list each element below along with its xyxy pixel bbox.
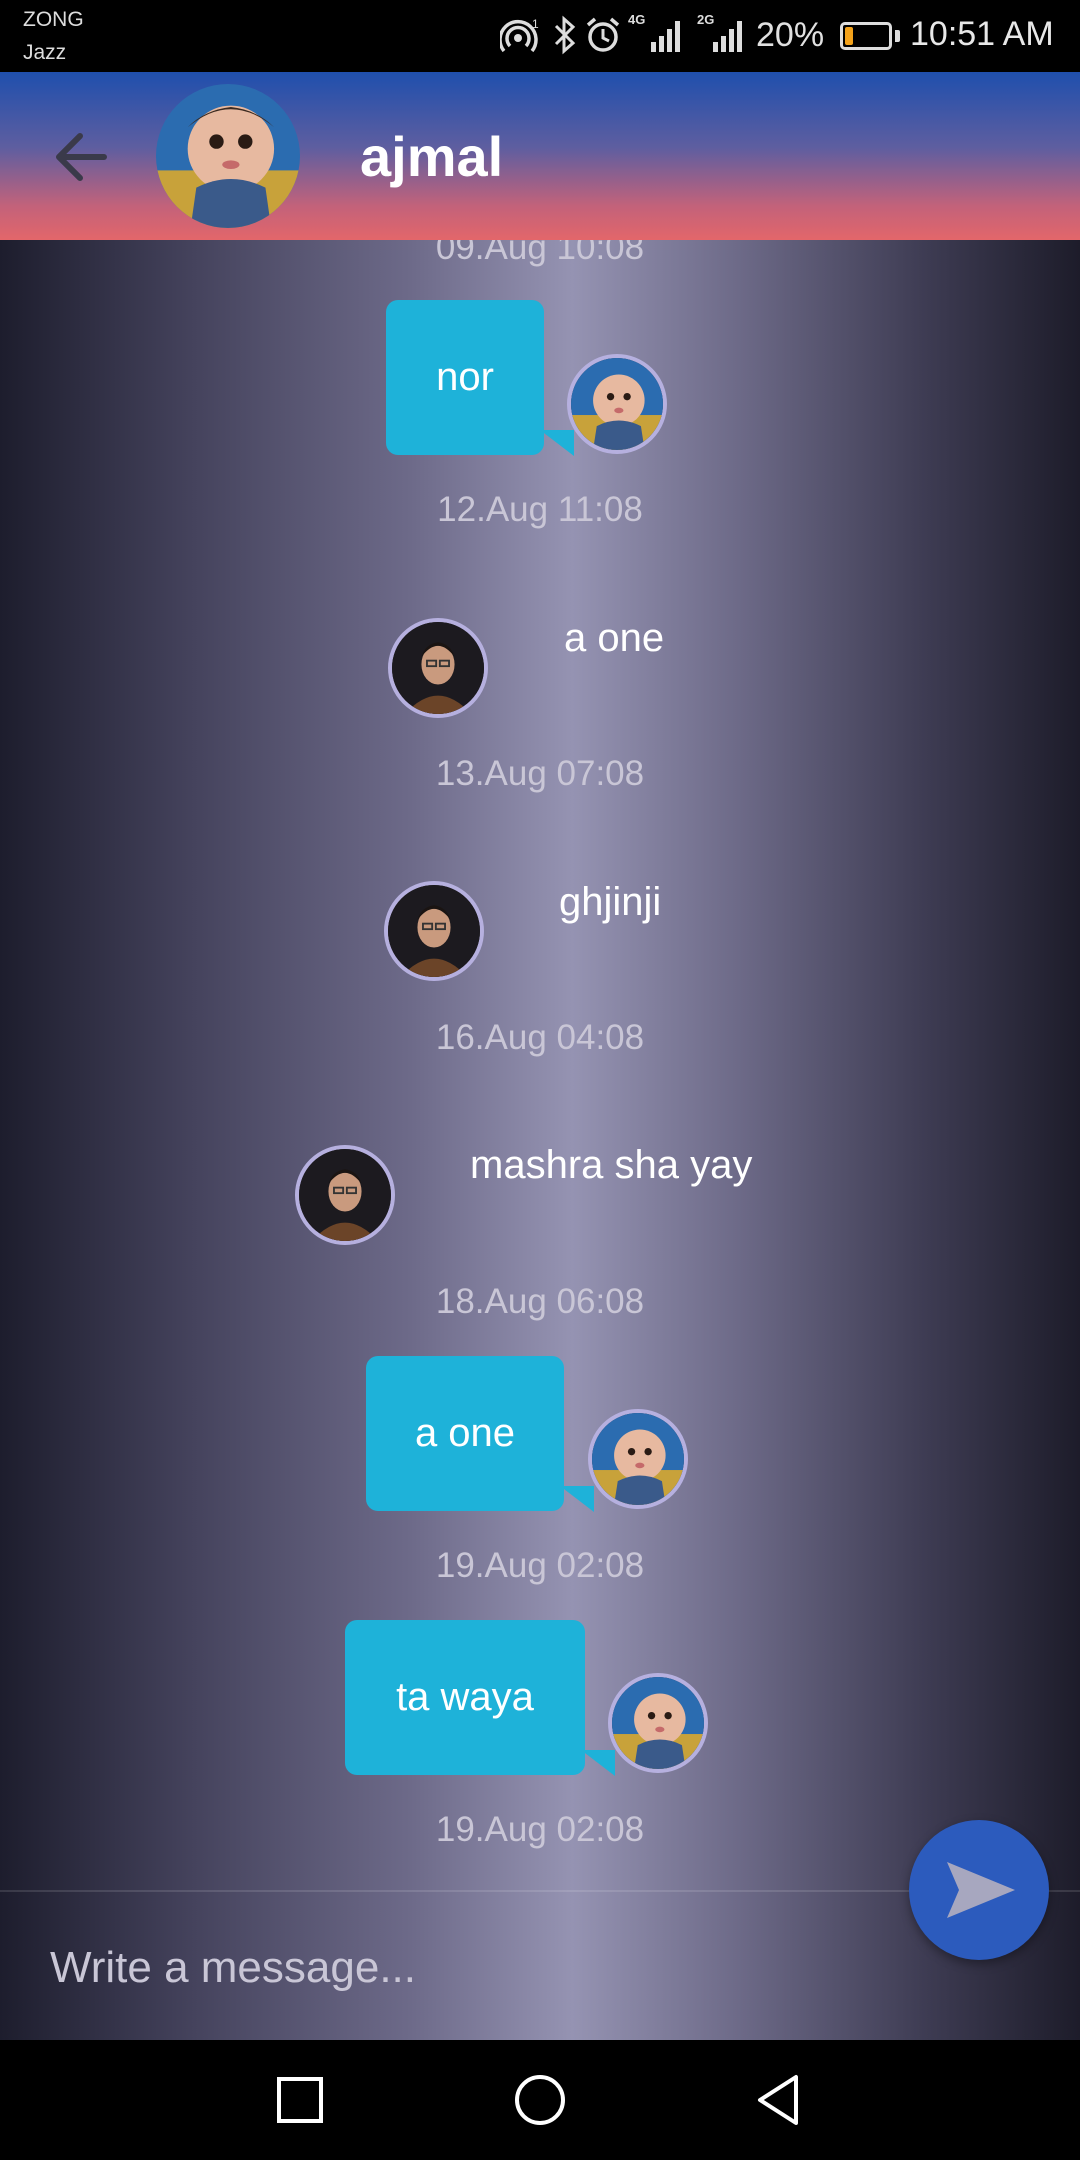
chat-header: ajmal: [0, 72, 1080, 240]
message-timestamp: 09.Aug 10:08: [435, 240, 645, 267]
message-input[interactable]: [48, 1932, 872, 2004]
sender-avatar[interactable]: [295, 1145, 395, 1245]
hotspot-icon: 1: [500, 18, 539, 53]
message-text: nor: [436, 355, 494, 399]
carrier-primary: ZONG: [23, 8, 84, 31]
recents-button[interactable]: [270, 2070, 330, 2130]
chat-message-list[interactable]: 09.Aug 10:08 nor 12.Aug 11:08 a one 13.A…: [0, 240, 1080, 2040]
bluetooth-icon: [554, 15, 576, 55]
clock: 10:51 AM: [910, 15, 1054, 53]
svg-text:1: 1: [532, 18, 539, 31]
send-button[interactable]: [909, 1820, 1049, 1960]
battery-icon: [840, 22, 892, 50]
battery-level-fill: [845, 27, 854, 45]
nav-back-button[interactable]: [750, 2070, 810, 2130]
baby-avatar-image: [156, 84, 300, 228]
battery-terminal: [895, 30, 900, 42]
alarm-icon: [586, 17, 620, 52]
network-type-1: 4G: [628, 12, 646, 27]
message-text: ta waya: [396, 1675, 534, 1719]
contact-name: ajmal: [360, 125, 504, 188]
man-avatar-image: [299, 1149, 391, 1241]
message-timestamp: 19.Aug 02:08: [435, 1810, 645, 1849]
message-timestamp: 12.Aug 11:08: [437, 490, 643, 529]
message-bubble[interactable]: ta waya: [345, 1620, 585, 1775]
bubble-tail: [581, 1750, 615, 1776]
status-bar: ZONG Jazz 1 4G 2G 20% 10:51 AM: [0, 0, 1080, 72]
sender-avatar[interactable]: [388, 618, 488, 718]
back-triangle-icon: [758, 2075, 798, 2125]
message-timestamp: 16.Aug 04:08: [435, 1018, 645, 1057]
home-button[interactable]: [510, 2070, 570, 2130]
man-avatar-image: [388, 885, 480, 977]
signal-icon: [713, 21, 742, 52]
message-timestamp: 13.Aug 07:08: [435, 754, 645, 793]
man-avatar-image: [392, 622, 484, 714]
sender-avatar[interactable]: [608, 1673, 708, 1773]
message-bubble[interactable]: a one: [366, 1356, 564, 1511]
baby-avatar-image: [592, 1413, 684, 1505]
baby-avatar-image: [571, 358, 663, 450]
message-bubble[interactable]: nor: [386, 300, 544, 455]
message-text[interactable]: ghjinji: [559, 880, 661, 925]
signal-icon: [651, 21, 680, 52]
message-timestamp: 18.Aug 06:08: [435, 1282, 645, 1321]
arrow-left-icon: [56, 133, 107, 181]
system-nav-bar: [0, 2040, 1080, 2160]
bubble-tail: [560, 1486, 594, 1512]
sender-avatar[interactable]: [384, 881, 484, 981]
contact-avatar[interactable]: [156, 84, 300, 228]
bubble-tail: [540, 430, 574, 456]
message-text: a one: [414, 1411, 516, 1455]
baby-avatar-image: [612, 1677, 704, 1769]
carrier-secondary: Jazz: [23, 41, 67, 64]
send-icon: [947, 1862, 1015, 1918]
message-text[interactable]: mashra sha yay: [470, 1143, 752, 1188]
home-circle-icon: [515, 2075, 565, 2125]
sender-avatar[interactable]: [588, 1409, 688, 1509]
back-button[interactable]: [48, 122, 118, 192]
message-text[interactable]: a one: [564, 616, 664, 661]
message-timestamp: 19.Aug 02:08: [435, 1546, 645, 1585]
sender-avatar[interactable]: [567, 354, 667, 454]
battery-percent: 20%: [756, 16, 825, 54]
recents-square-icon: [277, 2077, 323, 2123]
